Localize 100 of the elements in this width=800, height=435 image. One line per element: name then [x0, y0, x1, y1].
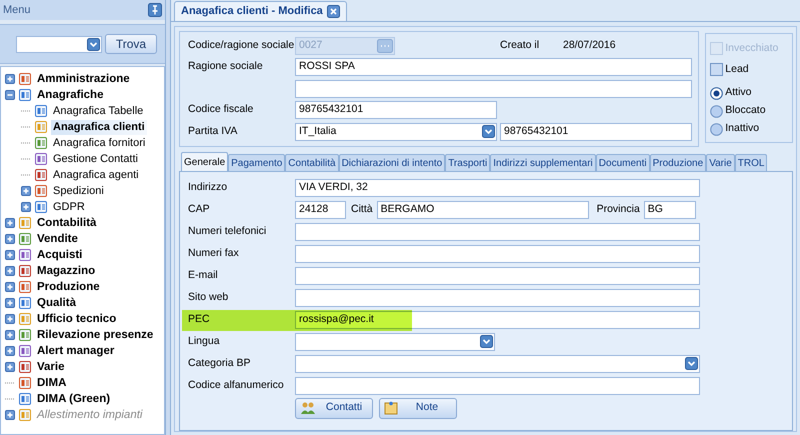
- field-label: CAP: [188, 202, 211, 217]
- section-tab[interactable]: Pagamento: [228, 154, 286, 170]
- document-icon: [18, 88, 32, 102]
- expand-icon[interactable]: [5, 282, 15, 292]
- menu-item[interactable]: Acquisti: [35, 248, 84, 262]
- text-field[interactable]: [295, 222, 700, 240]
- document-icon: [18, 360, 32, 374]
- radio-button[interactable]: Inattivo: [710, 120, 788, 138]
- note-icon: [384, 401, 398, 415]
- menu-item[interactable]: DIMA (Green): [35, 392, 112, 406]
- collapse-icon[interactable]: [5, 90, 15, 100]
- section-tab[interactable]: Produzione: [650, 154, 706, 170]
- expand-icon[interactable]: [5, 346, 15, 356]
- menu-item[interactable]: DIMA: [35, 376, 68, 390]
- menu-item[interactable]: Anagrafica agenti: [51, 168, 141, 182]
- menu-item[interactable]: Varie: [35, 360, 66, 374]
- people-icon: [300, 401, 316, 415]
- text-field[interactable]: [295, 266, 700, 284]
- section-tab[interactable]: Generale: [181, 152, 228, 170]
- expand-icon[interactable]: [5, 298, 15, 308]
- dropdown-value: IT_Italia: [299, 124, 336, 139]
- menu-item[interactable]: Anagrafica clienti: [51, 120, 147, 134]
- dropdown[interactable]: [295, 332, 495, 350]
- text-field[interactable]: VIA VERDI, 32: [295, 178, 700, 196]
- section-tab[interactable]: Trasporti: [445, 154, 490, 170]
- menu-item[interactable]: Contabilità: [35, 216, 98, 230]
- document-icon: [18, 280, 32, 294]
- dropdown[interactable]: [295, 354, 700, 372]
- expand-icon[interactable]: [5, 250, 15, 260]
- text-field[interactable]: ROSSI SPA: [295, 58, 692, 76]
- expand-icon[interactable]: [5, 74, 15, 84]
- radio-button[interactable]: Bloccato: [710, 102, 788, 120]
- menu-item[interactable]: Vendite: [35, 232, 80, 246]
- country-dropdown[interactable]: IT_Italia: [295, 122, 497, 141]
- search-dropdown[interactable]: [16, 36, 102, 52]
- field-label: Codice fiscale: [188, 102, 254, 118]
- menu-item[interactable]: Amministrazione: [35, 72, 132, 86]
- checkbox[interactable]: Lead: [710, 59, 788, 80]
- menu-item[interactable]: Spedizioni: [51, 184, 106, 198]
- document-icon: [18, 408, 32, 422]
- expand-icon[interactable]: [21, 202, 31, 212]
- field-label: Lingua: [188, 334, 221, 349]
- document-icon: [18, 376, 32, 390]
- text-field[interactable]: [295, 376, 700, 394]
- menu-item[interactable]: Produzione: [35, 280, 102, 294]
- field-label: Codice alfanumerico: [188, 378, 285, 393]
- form-button[interactable]: Note: [379, 398, 457, 418]
- document-tab[interactable]: Anagafica clienti - Modifica: [174, 1, 347, 21]
- field-label: PEC: [188, 312, 211, 327]
- field-label: Numeri fax: [188, 246, 240, 261]
- menu-item[interactable]: Gestione Contatti: [51, 152, 140, 166]
- menu-item[interactable]: Alert manager: [35, 344, 116, 358]
- search-button[interactable]: Trova: [105, 34, 157, 54]
- menu-item[interactable]: Anagrafica Tabelle: [51, 104, 146, 118]
- field-label: Indirizzo: [188, 180, 228, 195]
- text-field[interactable]: BG: [644, 200, 696, 218]
- field-label: Categoria BP: [188, 356, 252, 371]
- expand-icon[interactable]: [5, 330, 15, 340]
- document-icon: [18, 392, 32, 406]
- field-label: Ragione sociale: [188, 59, 264, 74]
- section-tab[interactable]: Varie: [706, 154, 735, 170]
- section-tab[interactable]: Dichiarazioni di intento: [338, 154, 446, 170]
- section-tab[interactable]: Indirizzi supplementari: [490, 154, 596, 170]
- menu-item[interactable]: Ufficio tecnico: [35, 312, 118, 326]
- document-icon: [34, 104, 48, 118]
- created-date: 28/07/2016: [563, 38, 616, 53]
- expand-icon[interactable]: [5, 266, 15, 276]
- expand-icon[interactable]: [5, 218, 15, 228]
- text-field[interactable]: BERGAMO: [376, 200, 589, 218]
- text-field[interactable]: 24128: [295, 200, 346, 218]
- text-field[interactable]: [295, 244, 700, 262]
- field-label: Creato il: [500, 38, 540, 53]
- text-field[interactable]: [295, 80, 692, 98]
- menu-item[interactable]: GDPR: [51, 200, 87, 214]
- form-button[interactable]: Contatti: [295, 398, 373, 418]
- expand-icon[interactable]: [5, 314, 15, 324]
- field-label: Città: [351, 202, 373, 217]
- menu-item[interactable]: Magazzino: [35, 264, 98, 278]
- document-icon: [18, 312, 32, 326]
- expand-icon[interactable]: [21, 186, 31, 196]
- text-field[interactable]: [295, 288, 700, 306]
- field-label: Sito web: [188, 290, 230, 305]
- field-label: E-mail: [188, 268, 219, 283]
- document-icon: [34, 184, 48, 198]
- document-icon: [18, 232, 32, 246]
- section-tab[interactable]: TROL: [734, 154, 768, 170]
- expand-icon[interactable]: [5, 234, 15, 244]
- menu-item[interactable]: Anagrafiche: [35, 88, 106, 102]
- document-icon: [18, 216, 32, 230]
- document-icon: [18, 328, 32, 342]
- menu-item[interactable]: Anagrafica fornitori: [51, 136, 148, 150]
- text-field[interactable]: 98765432101: [500, 122, 692, 141]
- text-field[interactable]: 98765432101: [295, 101, 497, 120]
- document-icon: [18, 344, 32, 358]
- menu-item[interactable]: Qualità: [35, 296, 78, 310]
- section-tab[interactable]: Documenti: [596, 154, 650, 170]
- menu-item[interactable]: Rilevazione presenze: [35, 328, 156, 342]
- expand-icon[interactable]: [5, 362, 15, 372]
- section-tab[interactable]: Contabilità: [285, 154, 339, 170]
- radio-button[interactable]: Attivo: [710, 84, 788, 102]
